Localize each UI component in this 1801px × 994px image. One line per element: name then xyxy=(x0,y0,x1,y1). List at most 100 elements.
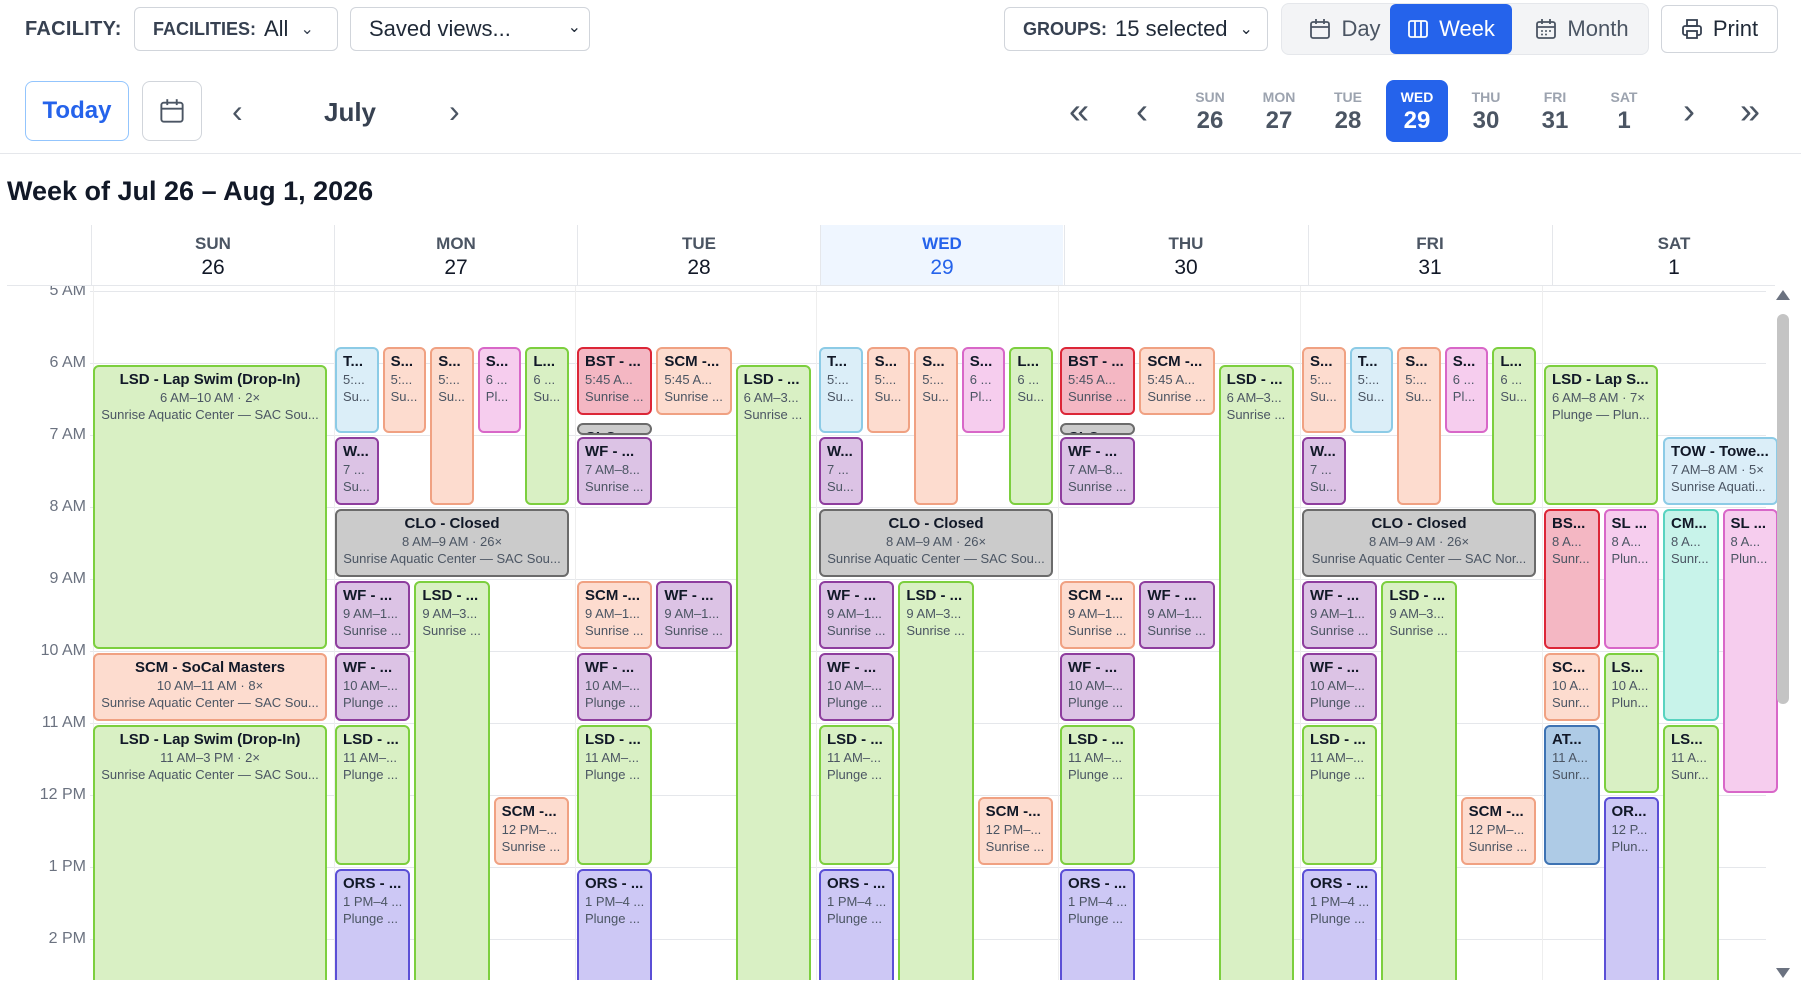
event-block[interactable]: WF - ... 10 AM–... Plunge ... xyxy=(1302,653,1378,722)
event-block[interactable]: S... 5:... Su... xyxy=(1397,347,1441,506)
event-block[interactable]: ORS - ... 1 PM–4 ... Plunge ... xyxy=(1060,869,1136,980)
event-block[interactable]: OR... 12 P... Plun... xyxy=(1603,797,1659,980)
event-block[interactable]: SCM -... 12 PM–... Sunrise ... xyxy=(977,797,1053,866)
event-block[interactable]: W... 7 ... Su... xyxy=(1302,437,1346,506)
view-month-button[interactable]: Month xyxy=(1517,7,1647,51)
event-block[interactable]: CLO - Closed 8 AM–9 AM · 26× Sunrise Aquat… xyxy=(819,509,1053,578)
event-block[interactable]: CLO - Closed 8 AM–9 AM · 26× Sunrise Aquat… xyxy=(1302,509,1536,578)
event-block[interactable]: LSD - ... 11 AM–... Plunge ... xyxy=(819,725,895,866)
event-block[interactable]: SCM -... 12 PM–... Sunrise ... xyxy=(1460,797,1536,866)
event-block[interactable]: L... 6 ... Su... xyxy=(525,347,569,506)
next-month-icon[interactable]: › xyxy=(449,95,460,127)
print-button[interactable]: Print xyxy=(1661,5,1778,53)
event-block[interactable]: L... 6 ... Su... xyxy=(1492,347,1536,506)
event-block[interactable]: S... 6 ... Pl... xyxy=(1444,347,1489,434)
event-block[interactable]: T... 5:... Su... xyxy=(335,347,379,434)
event-block[interactable]: CLO... xyxy=(1060,422,1136,435)
column-header-mon[interactable]: MON 27 xyxy=(334,225,577,285)
event-block[interactable]: WF - ... 7 AM–8... Sunrise ... xyxy=(1060,437,1136,506)
event-block[interactable]: S... 5:... Su... xyxy=(1302,347,1346,434)
event-block[interactable]: S... 5:... Su... xyxy=(382,347,427,434)
view-day-button[interactable]: Day xyxy=(1290,7,1400,51)
event-block[interactable]: TOW - Towe... 7 AM–8 AM · 5× Sunrise Aquat… xyxy=(1663,437,1778,506)
scroll-up-icon[interactable] xyxy=(1776,290,1790,300)
today-button[interactable]: Today xyxy=(25,81,129,141)
next-day-icon[interactable]: › xyxy=(1683,93,1695,129)
event-block[interactable]: WF - ... 9 AM–1... Sunrise ... xyxy=(1139,581,1215,650)
prev-week-double-icon[interactable]: « xyxy=(1069,93,1089,129)
day-picker-sat[interactable]: SAT 1 xyxy=(1593,80,1655,142)
event-block[interactable]: SC... 10 A... Sunr... xyxy=(1544,653,1600,722)
scroll-thumb[interactable] xyxy=(1777,314,1789,704)
prev-month-icon[interactable]: ‹ xyxy=(232,95,243,127)
event-block[interactable]: LSD - ... 6 AM–3... Sunrise ... xyxy=(735,365,811,980)
event-block[interactable]: T... 5:... Su... xyxy=(1349,347,1394,434)
event-block[interactable]: LSD - Lap S... 6 AM–8 AM · 7× Plunge — Plu… xyxy=(1544,365,1659,506)
event-block[interactable]: LSD - Lap Swim (Drop-In) 6 AM–10 AM · 2× S… xyxy=(93,365,327,650)
event-block[interactable]: SL ... 8 A... Plun... xyxy=(1722,509,1778,794)
view-week-button[interactable]: Week xyxy=(1390,4,1512,54)
event-block[interactable]: SCM -... 12 PM–... Sunrise ... xyxy=(493,797,569,866)
scrollbar[interactable] xyxy=(1776,290,1790,980)
column-header-fri[interactable]: FRI 31 xyxy=(1308,225,1551,285)
day-picker-mon[interactable]: MON 27 xyxy=(1248,80,1310,142)
day-picker-sun[interactable]: SUN 26 xyxy=(1179,80,1241,142)
event-block[interactable]: WF - ... 9 AM–1... Sunrise ... xyxy=(819,581,895,650)
event-block[interactable]: WF - ... 10 AM–... Plunge ... xyxy=(819,653,895,722)
event-block[interactable]: BS... 8 A... Sunr... xyxy=(1544,509,1600,650)
event-block[interactable]: LSD - Lap Swim (Drop-In) 11 AM–3 PM · 2× S… xyxy=(93,725,327,980)
column-header-wed[interactable]: WED 29 xyxy=(820,225,1063,285)
event-block[interactable]: LSD - ... 6 AM–3... Sunrise ... xyxy=(1218,365,1294,980)
event-block[interactable]: LS... 11 A... Sunr... xyxy=(1663,725,1719,980)
event-block[interactable]: SCM - SoCal Masters 10 AM–11 AM · 8× Sunri… xyxy=(93,653,327,722)
event-block[interactable]: S... 5:... Su... xyxy=(430,347,474,506)
event-block[interactable]: LS... 10 A... Plun... xyxy=(1603,653,1659,794)
event-block[interactable]: WF - ... 10 AM–... Plunge ... xyxy=(335,653,411,722)
day-picker-wed[interactable]: WED 29 xyxy=(1386,80,1448,142)
event-block[interactable]: BST - ... 5:45 A... Sunrise ... xyxy=(1060,347,1136,416)
event-block[interactable]: LSD - ... 11 AM–... Plunge ... xyxy=(577,725,653,866)
event-block[interactable]: S... 5:... Su... xyxy=(914,347,958,506)
event-block[interactable]: ORS - ... 1 PM–4 ... Plunge ... xyxy=(335,869,411,980)
column-header-tue[interactable]: TUE 28 xyxy=(577,225,820,285)
event-block[interactable]: L... 6 ... Su... xyxy=(1009,347,1053,506)
event-block[interactable]: S... 6 ... Pl... xyxy=(961,347,1006,434)
column-header-sat[interactable]: SAT 1 xyxy=(1552,225,1795,285)
event-block[interactable]: SCM -... 9 AM–1... Sunrise ... xyxy=(577,581,653,650)
event-block[interactable]: WF - ... 9 AM–1... Sunrise ... xyxy=(335,581,411,650)
event-block[interactable]: ORS - ... 1 PM–4 ... Plunge ... xyxy=(819,869,895,980)
groups-dropdown[interactable]: GROUPS: 15 selected ⌄ xyxy=(1004,7,1268,51)
event-block[interactable]: LSD - ... 9 AM–3... Sunrise ... xyxy=(414,581,490,980)
event-block[interactable]: WF - ... 9 AM–1... Sunrise ... xyxy=(656,581,732,650)
event-block[interactable]: CLO - Closed 8 AM–9 AM · 26× Sunrise Aquat… xyxy=(335,509,569,578)
event-block[interactable]: S... 5:... Su... xyxy=(866,347,911,434)
event-block[interactable]: ORS - ... 1 PM–4 ... Plunge ... xyxy=(1302,869,1378,980)
event-block[interactable]: SL ... 8 A... Plun... xyxy=(1603,509,1659,650)
column-header-sun[interactable]: SUN 26 xyxy=(91,225,334,285)
column-header-thu[interactable]: THU 30 xyxy=(1064,225,1307,285)
day-picker-fri[interactable]: FRI 31 xyxy=(1524,80,1586,142)
event-block[interactable]: ORS - ... 1 PM–4 ... Plunge ... xyxy=(577,869,653,980)
scroll-down-icon[interactable] xyxy=(1776,968,1790,978)
facilities-dropdown[interactable]: FACILITIES: All ⌄ xyxy=(134,7,338,51)
saved-views-select[interactable]: Saved views... ⌄ xyxy=(350,7,590,51)
event-block[interactable]: T... 5:... Su... xyxy=(819,347,863,434)
event-block[interactable]: CLO... xyxy=(577,422,653,435)
event-block[interactable]: AT... 11 A... Sunr... xyxy=(1544,725,1600,866)
event-block[interactable]: LSD - ... 11 AM–... Plunge ... xyxy=(1302,725,1378,866)
day-picker-tue[interactable]: TUE 28 xyxy=(1317,80,1379,142)
event-block[interactable]: SCM -... 5:45 A... Sunrise ... xyxy=(656,347,732,416)
event-block[interactable]: S... 6 ... Pl... xyxy=(477,347,522,434)
event-block[interactable]: LSD - ... 9 AM–3... Sunrise ... xyxy=(898,581,974,980)
prev-day-icon[interactable]: ‹ xyxy=(1136,93,1148,129)
event-block[interactable]: LSD - ... 11 AM–... Plunge ... xyxy=(1060,725,1136,866)
day-picker-thu[interactable]: THU 30 xyxy=(1455,80,1517,142)
event-block[interactable]: SCM -... 9 AM–1... Sunrise ... xyxy=(1060,581,1136,650)
event-block[interactable]: LSD - ... 9 AM–3... Sunrise ... xyxy=(1381,581,1457,980)
next-week-double-icon[interactable]: » xyxy=(1740,93,1760,129)
event-block[interactable]: WF - ... 9 AM–1... Sunrise ... xyxy=(1302,581,1378,650)
event-block[interactable]: W... 7 ... Su... xyxy=(819,437,863,506)
event-block[interactable]: WF - ... 10 AM–... Plunge ... xyxy=(1060,653,1136,722)
date-picker-button[interactable] xyxy=(142,81,202,141)
event-block[interactable]: SCM -... 5:45 A... Sunrise ... xyxy=(1139,347,1215,416)
